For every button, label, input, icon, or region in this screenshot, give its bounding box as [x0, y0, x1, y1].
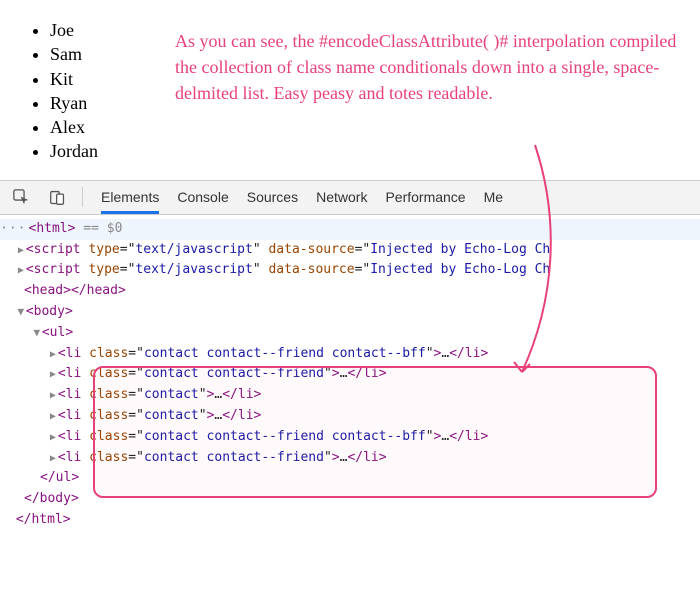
expand-icon[interactable]: [48, 407, 58, 425]
annotation-text: As you can see, the #encodeClassAttribut…: [175, 28, 680, 106]
dom-node-body-close[interactable]: </body>: [0, 489, 700, 510]
dom-node-li[interactable]: <li class="contact contact--friend">…</l…: [0, 364, 700, 385]
dom-node-script[interactable]: <script type="text/javascript" data-sour…: [0, 260, 700, 281]
tab-performance[interactable]: Performance: [385, 180, 465, 214]
collapse-icon[interactable]: [16, 303, 26, 321]
devtools-tabs: Elements Console Sources Network Perform…: [95, 180, 503, 214]
expand-icon[interactable]: [16, 261, 26, 279]
inspect-element-icon[interactable]: [8, 184, 34, 210]
dom-node-script[interactable]: <script type="text/javascript" data-sour…: [0, 240, 700, 261]
expand-icon[interactable]: [48, 345, 58, 363]
device-toolbar-icon[interactable]: [44, 184, 70, 210]
expand-icon[interactable]: [48, 449, 58, 467]
dom-node-body[interactable]: <body>: [0, 302, 700, 323]
devtools-toolbar: Elements Console Sources Network Perform…: [0, 181, 700, 215]
expand-icon[interactable]: [16, 241, 26, 259]
expand-icon[interactable]: [48, 386, 58, 404]
dom-node-li[interactable]: <li class="contact contact--friend conta…: [0, 427, 700, 448]
tab-elements[interactable]: Elements: [101, 180, 159, 214]
tab-console[interactable]: Console: [177, 180, 228, 214]
devtools-panel: Elements Console Sources Network Perform…: [0, 180, 700, 537]
dom-node-html[interactable]: ···<html> == $0: [0, 219, 700, 240]
dom-node-ul[interactable]: <ul>: [0, 323, 700, 344]
dom-node-ul-close[interactable]: </ul>: [0, 468, 700, 489]
expand-icon[interactable]: [48, 365, 58, 383]
dom-node-li[interactable]: <li class="contact">…</li>: [0, 385, 700, 406]
tab-sources[interactable]: Sources: [247, 180, 298, 214]
collapse-icon[interactable]: [32, 324, 42, 342]
tab-memory-partial[interactable]: Me: [484, 180, 503, 214]
elements-tree[interactable]: ···<html> == $0 <script type="text/javas…: [0, 215, 700, 537]
list-item: Jordan: [50, 139, 700, 163]
tab-network[interactable]: Network: [316, 180, 367, 214]
toolbar-separator: [82, 187, 83, 207]
expand-icon[interactable]: [48, 428, 58, 446]
dom-node-li[interactable]: <li class="contact">…</li>: [0, 406, 700, 427]
dom-node-head[interactable]: <head></head>: [0, 281, 700, 302]
dom-node-li[interactable]: <li class="contact contact--friend">…</l…: [0, 448, 700, 469]
dom-node-html-close[interactable]: </html>: [0, 510, 700, 531]
list-item: Alex: [50, 115, 700, 139]
dom-node-li[interactable]: <li class="contact contact--friend conta…: [0, 344, 700, 365]
